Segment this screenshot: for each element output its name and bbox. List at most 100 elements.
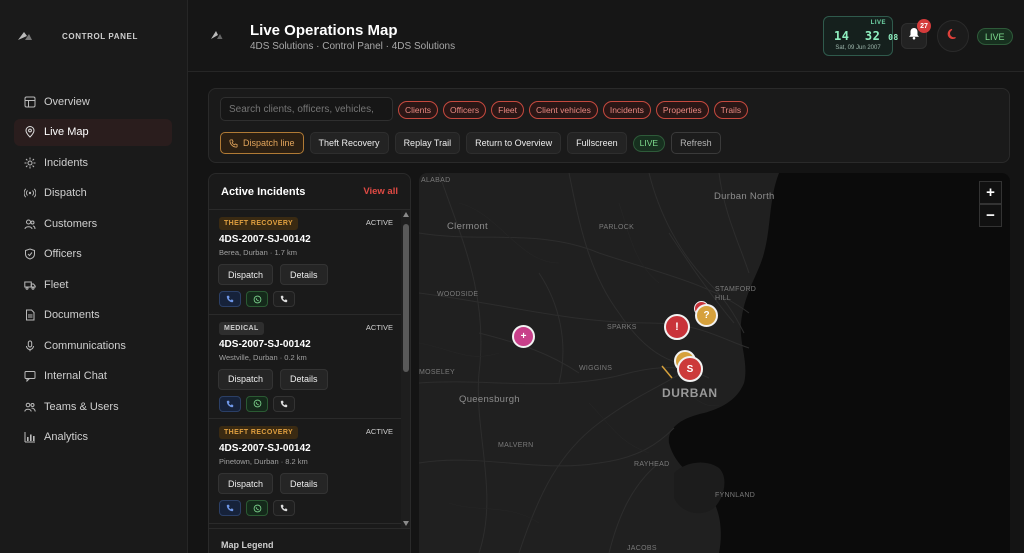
sidebar-item-label: Communications [44, 339, 126, 352]
whatsapp-icon[interactable] [246, 500, 268, 516]
clock-time: 14 32 08 [834, 29, 899, 43]
phone-icon[interactable] [273, 291, 295, 307]
sidebar-item-label: Documents [44, 309, 100, 321]
search-input[interactable] [220, 97, 393, 121]
scroll-down-icon[interactable] [403, 521, 409, 526]
dispatch-button[interactable]: Dispatch [218, 368, 274, 390]
incident-list: THEFT RECOVERY ACTIVE 4DS-2007-SJ-00142 … [209, 210, 401, 524]
contact-actions [219, 291, 295, 307]
incident-card[interactable]: MEDICAL ACTIVE 4DS-2007-SJ-00142 Westvil… [209, 315, 401, 419]
details-button[interactable]: Details [280, 368, 328, 390]
incident-type-tag: THEFT RECOVERY [219, 217, 299, 230]
incident-location: Westville, Durban · 0.2 km [219, 352, 307, 362]
active-incidents-panel: Active Incidents View all THEFT RECOVERY… [208, 173, 411, 553]
sidebar-item-officers[interactable]: Officers [14, 241, 172, 268]
contact-actions [219, 395, 295, 412]
incident-marker-sos[interactable]: S [677, 356, 703, 382]
incident-marker-unknown[interactable]: ? [695, 304, 718, 327]
scroll-up-icon[interactable] [403, 212, 409, 217]
layout-icon [24, 96, 36, 108]
sidebar-item-incidents[interactable]: Incidents [14, 149, 172, 176]
zoom-controls: + − [979, 181, 1002, 227]
sidebar-item-communications[interactable]: Communications [14, 332, 172, 359]
fullscreen-button[interactable]: Fullscreen [567, 132, 627, 154]
sidebar-item-label: Overview [44, 95, 90, 108]
view-all-link[interactable]: View all [363, 186, 398, 197]
sidebar-item-internal-chat[interactable]: Internal Chat [14, 363, 172, 390]
dispatch-button[interactable]: Dispatch [218, 473, 274, 494]
clock-seconds: 08 [888, 33, 899, 42]
users-icon [24, 218, 36, 230]
phone-icon [229, 138, 238, 148]
sidebar-item-teams-users[interactable]: Teams & Users [14, 393, 172, 420]
sidebar-item-label: Officers [44, 248, 82, 260]
details-button[interactable]: Details [280, 264, 328, 285]
panel-header: Active Incidents View all [209, 174, 410, 210]
return-overview-button[interactable]: Return to Overview [466, 132, 562, 154]
map-label: PARLOCK [599, 224, 635, 231]
incident-status: ACTIVE [365, 218, 393, 227]
sidebar-item-analytics[interactable]: Analytics [14, 424, 172, 451]
sidebar-item-label: Analytics [44, 431, 89, 443]
brand[interactable]: CONTROL PANEL [16, 26, 138, 46]
incident-card[interactable]: THEFT RECOVERY ACTIVE 4DS-2007-SJ-00142 … [209, 419, 401, 524]
incident-marker-alert[interactable]: ! [664, 314, 690, 340]
map-label: Durban North [714, 191, 775, 202]
chip-incidents[interactable]: Incidents [602, 101, 651, 119]
details-button[interactable]: Details [280, 473, 328, 494]
map-label: RAYHEAD [634, 461, 670, 468]
zoom-in-button[interactable]: + [979, 181, 1002, 204]
sidebar-item-fleet[interactable]: Fleet [14, 271, 172, 298]
incident-card[interactable]: THEFT RECOVERY ACTIVE 4DS-2007-SJ-00142 … [209, 210, 401, 315]
phone-icon[interactable] [273, 395, 295, 412]
call-icon[interactable] [219, 291, 241, 307]
notifications-button[interactable]: 27 [901, 19, 931, 49]
live-status-badge: LIVE [977, 28, 1013, 45]
chip-trails[interactable]: Trails [713, 101, 749, 119]
map-legend-toggle[interactable]: Map Legend [209, 528, 410, 553]
whatsapp-icon[interactable] [246, 291, 268, 307]
zoom-out-button[interactable]: − [979, 204, 1002, 227]
incident-list-scrollbar[interactable] [401, 210, 410, 528]
whatsapp-icon[interactable] [246, 395, 268, 412]
call-icon[interactable] [219, 500, 241, 516]
theft-recovery-button[interactable]: Theft Recovery [309, 132, 389, 154]
map-label: JACOBS [627, 545, 657, 552]
sidebar-nav: Overview Live Map Incidents Dispatch Cus… [14, 88, 172, 454]
sidebar-item-live-map[interactable]: Live Map [14, 118, 172, 146]
chip-fleet[interactable]: Fleet [491, 101, 525, 119]
page-title: Live Operations Map [250, 22, 398, 39]
chip-officers[interactable]: Officers [442, 101, 487, 119]
chip-clients[interactable]: Clients [398, 101, 438, 119]
map-label: FYNNLAND [715, 492, 756, 499]
refresh-button[interactable]: Refresh [671, 132, 721, 154]
sidebar-item-label: Teams & Users [44, 400, 119, 413]
map-label: Queensburgh [459, 394, 520, 405]
chip-client-vehicles[interactable]: Client vehicles [529, 101, 598, 119]
replay-trail-button[interactable]: Replay Trail [394, 132, 461, 154]
clock-hours: 14 [834, 29, 850, 43]
incident-status: ACTIVE [365, 322, 393, 332]
file-icon [24, 309, 36, 321]
map-actions: Dispatch line Theft Recovery Replay Trai… [220, 132, 721, 154]
incident-type-tag: THEFT RECOVERY [219, 426, 299, 439]
sidebar-item-dispatch[interactable]: Dispatch [14, 180, 172, 207]
map-label: MOSELEY [419, 369, 455, 376]
call-icon[interactable] [219, 395, 241, 412]
sidebar-item-documents[interactable]: Documents [14, 302, 172, 329]
sidebar-item-customers[interactable]: Customers [14, 210, 172, 237]
theme-toggle-button[interactable] [937, 20, 969, 52]
live-map[interactable]: ALABAD Clermont PARLOCK Durban North WOO… [419, 173, 1010, 553]
phone-icon[interactable] [273, 500, 295, 516]
live-toggle[interactable]: LIVE [632, 134, 666, 152]
map-label: Clermont [447, 221, 488, 232]
chip-properties[interactable]: Properties [655, 101, 709, 119]
dispatch-line-button[interactable]: Dispatch line [220, 132, 304, 154]
brand-label: CONTROL PANEL [62, 31, 138, 41]
sidebar-item-overview[interactable]: Overview [14, 88, 172, 115]
sidebar-item-label: Internal Chat [44, 370, 107, 382]
incident-marker-medical[interactable]: + [512, 325, 535, 348]
sidebar: CONTROL PANEL Overview Live Map Incident… [0, 0, 188, 553]
scroll-thumb[interactable] [403, 224, 409, 372]
dispatch-button[interactable]: Dispatch [218, 264, 274, 285]
